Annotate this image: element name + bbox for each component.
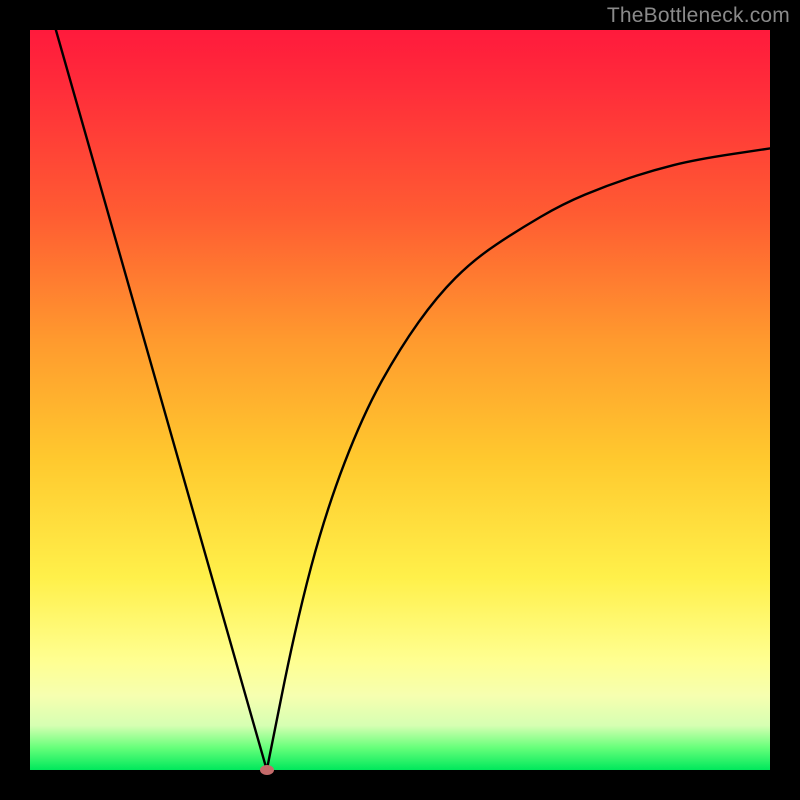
bottleneck-curve — [30, 30, 770, 770]
optimal-point-marker — [260, 765, 274, 775]
chart-frame: TheBottleneck.com — [0, 0, 800, 800]
plot-area — [30, 30, 770, 770]
curve-path — [56, 30, 770, 770]
watermark-text: TheBottleneck.com — [607, 4, 790, 28]
